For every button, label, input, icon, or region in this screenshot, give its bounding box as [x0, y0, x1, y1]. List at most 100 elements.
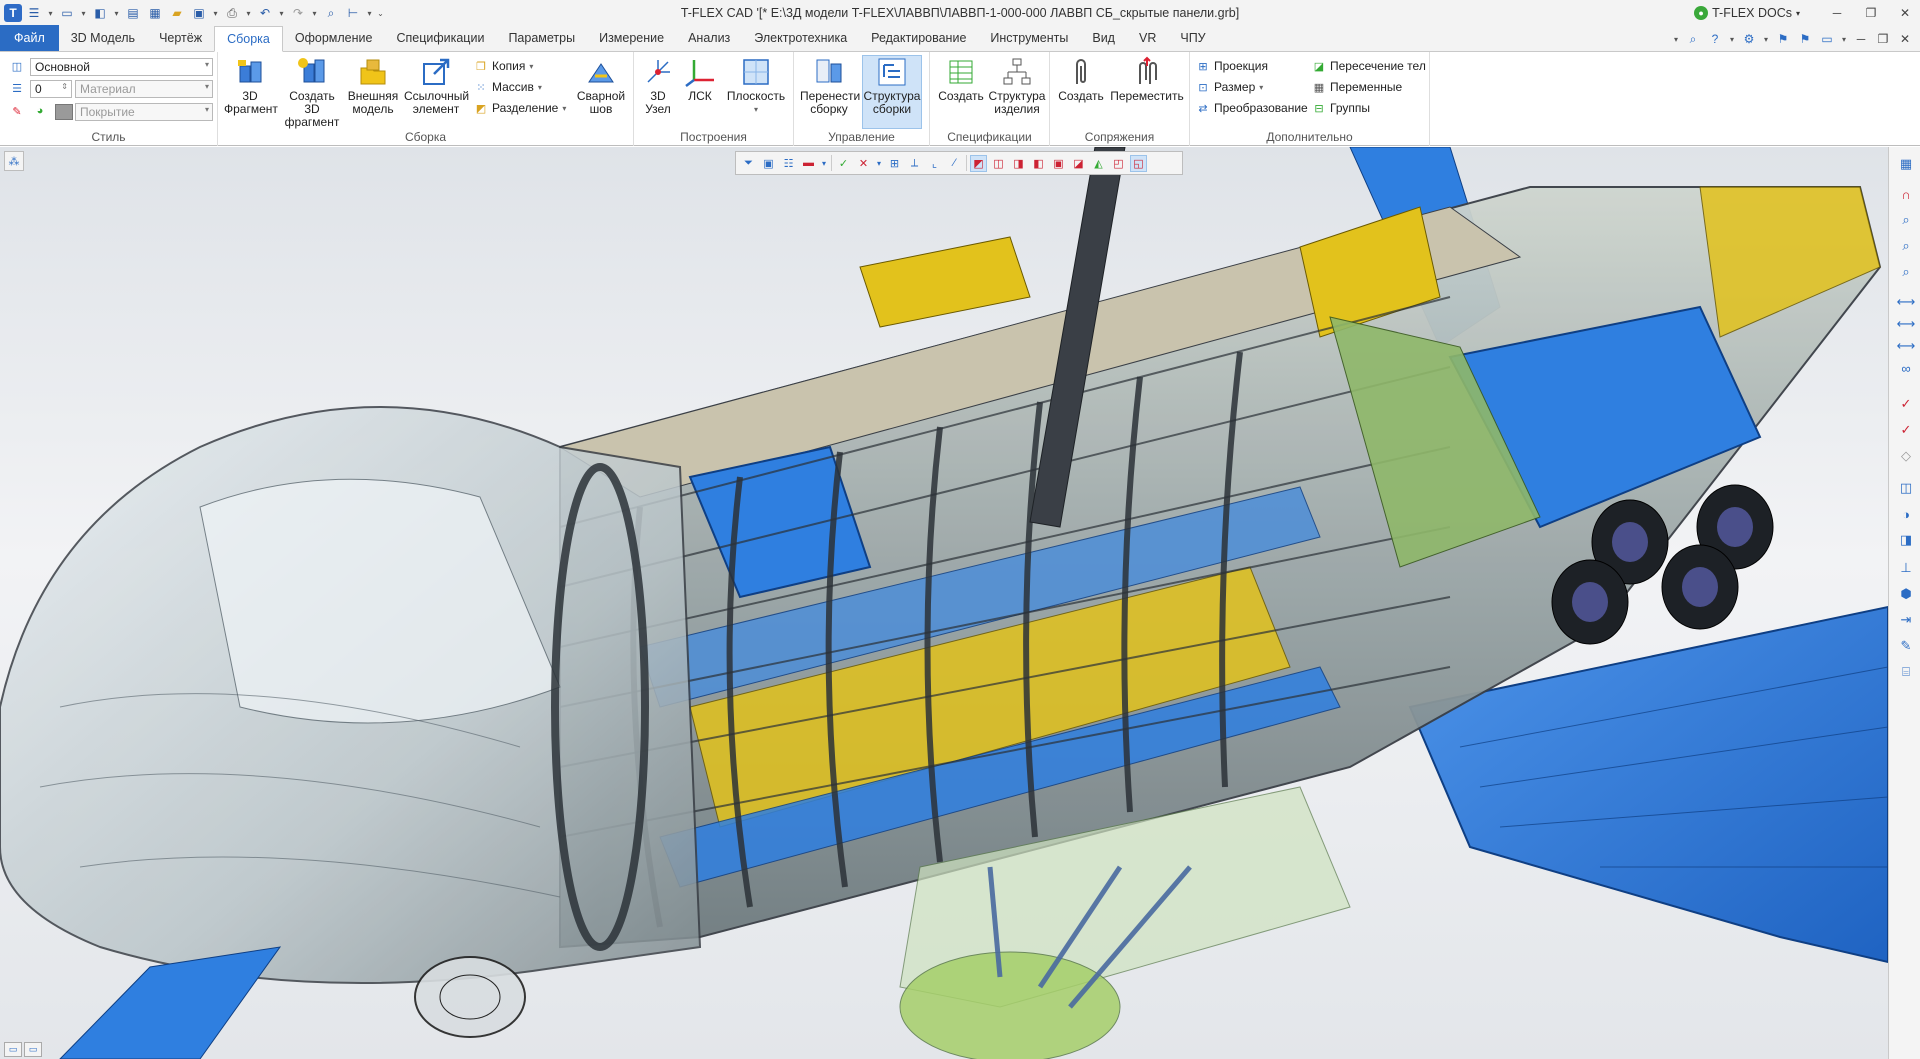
chevron-down-icon[interactable]: ▾ — [211, 3, 220, 23]
magnet-icon[interactable]: ∩ — [1895, 183, 1917, 205]
body-intersection-button[interactable]: ◪ Пересечение тел — [1312, 57, 1426, 75]
color-sphere-icon[interactable]: ◑ — [1895, 503, 1917, 525]
tab-view[interactable]: Вид — [1080, 25, 1127, 51]
material-select[interactable]: Материал ▾ — [75, 80, 213, 98]
new-document-icon[interactable]: ▭ — [57, 3, 77, 23]
gear-icon[interactable]: ⚙ — [1740, 30, 1758, 48]
save-icon[interactable]: ▣ — [189, 3, 209, 23]
variables-button[interactable]: ▦ Переменные — [1312, 78, 1402, 96]
copy-button[interactable]: ❐ Копия ▾ — [474, 57, 533, 75]
cube-back-icon[interactable]: ▣ — [1050, 155, 1067, 172]
tab-editing[interactable]: Редактирование — [859, 25, 978, 51]
tab-measure[interactable]: Измерение — [587, 25, 676, 51]
tab-tools[interactable]: Инструменты — [978, 25, 1080, 51]
active-section-icon[interactable]: ◱ — [1130, 154, 1147, 172]
chevron-down-icon[interactable]: ▾ — [1762, 30, 1770, 48]
tab-file[interactable]: Файл — [0, 25, 59, 51]
minimize-document-icon[interactable]: ─ — [1852, 30, 1870, 48]
chevron-down-icon[interactable]: ▾ — [112, 3, 121, 23]
split-button[interactable]: ◩ Разделение ▾ — [474, 99, 567, 117]
cube-top-icon[interactable]: ◨ — [1010, 155, 1027, 172]
axes-icon[interactable]: ⟂ — [906, 155, 923, 172]
panel-icon[interactable]: ▭ — [1818, 30, 1836, 48]
color-brush-icon[interactable]: ✎ — [10, 104, 24, 118]
move-assembly-button[interactable]: Перенести сборку — [800, 56, 860, 116]
tab-parameters[interactable]: Параметры — [496, 25, 587, 51]
zoom-fit-icon[interactable]: ⌕ — [1895, 261, 1917, 283]
transform-button[interactable]: ⇄ Преобразование — [1196, 99, 1307, 117]
menu-icon[interactable]: ☰ — [24, 3, 44, 23]
window-icon[interactable]: ▤ — [123, 3, 143, 23]
chevron-down-icon[interactable]: ▾ — [1840, 30, 1848, 48]
plane-button[interactable]: Плоскость ▾ — [724, 56, 788, 116]
selection-color-icon[interactable]: ▬ — [800, 155, 817, 172]
tools-icon[interactable]: ✎ — [1895, 635, 1917, 657]
open-folder-icon[interactable]: ▰ — [167, 3, 187, 23]
window-layout-icon[interactable]: ▦ — [1895, 153, 1917, 175]
product-structure-button[interactable]: Структура изделия — [988, 56, 1046, 116]
tab-assembly[interactable]: Сборка — [214, 26, 283, 52]
array-button[interactable]: ⁙ Массив ▾ — [474, 78, 542, 96]
coating-select[interactable]: Покрытие ▾ — [75, 103, 213, 121]
move-mate-button[interactable]: Переместить — [1108, 56, 1186, 103]
chevron-down-icon[interactable]: ▾ — [46, 3, 55, 23]
layer-select[interactable]: 0 ⇕ — [30, 80, 72, 98]
color-swatch[interactable] — [55, 104, 73, 120]
create-specification-button[interactable]: Создать — [936, 56, 986, 103]
chevron-down-icon[interactable]: ▾ — [79, 3, 88, 23]
create-fragment-button[interactable]: Создать 3D фрагмент — [282, 56, 342, 129]
size-button[interactable]: ⊡ Размер ▾ — [1196, 78, 1263, 96]
cube-front-icon[interactable]: ◫ — [990, 155, 1007, 172]
fragment-3d-button[interactable]: 3D Фрагмент — [224, 56, 278, 116]
filter-icon[interactable]: ⏷ — [740, 155, 757, 172]
search-icon[interactable]: ⌕ — [1684, 30, 1702, 48]
cylinder-icon[interactable]: ⌸ — [1895, 661, 1917, 683]
check-icon[interactable]: ✓ — [835, 155, 852, 172]
node-3d-button[interactable]: 3D Узел — [640, 56, 676, 116]
docs-menu[interactable]: ● T-FLEX DOCs ▾ — [1694, 6, 1800, 20]
undo-icon[interactable]: ↶ — [255, 3, 275, 23]
redo-icon[interactable]: ↷ — [288, 3, 308, 23]
window-tile-icon[interactable]: ▭ — [4, 1042, 22, 1057]
external-model-button[interactable]: Внешняя модель — [346, 56, 400, 116]
restore-button[interactable]: ❐ — [1856, 1, 1886, 25]
glasses-icon[interactable]: ∞ — [1895, 357, 1917, 379]
tab-analysis[interactable]: Анализ — [676, 25, 742, 51]
checklist-multi-icon[interactable]: ✓ — [1895, 419, 1917, 441]
shapes-icon[interactable]: ◭ — [1090, 155, 1107, 172]
cube-bottom-icon[interactable]: ◪ — [1070, 155, 1087, 172]
chevron-down-icon[interactable]: ▾ — [1672, 30, 1680, 48]
chevron-down-icon[interactable]: ▾ — [244, 3, 253, 23]
zoom-window-icon[interactable]: ⌕ — [1895, 235, 1917, 257]
section-icon[interactable]: ◰ — [1110, 155, 1127, 172]
tab-drawing[interactable]: Чертёж — [147, 25, 214, 51]
minimize-button[interactable]: ─ — [1822, 1, 1852, 25]
select-all-icon[interactable]: ☷ — [780, 155, 797, 172]
assembly-tool-icon[interactable]: ⊢ — [343, 3, 363, 23]
measure-angle-icon[interactable]: ⟷ — [1895, 313, 1917, 335]
palette-icon[interactable]: ◕ — [33, 104, 47, 118]
grid-icon[interactable]: ⊞ — [886, 155, 903, 172]
edge-icon[interactable]: ⁄ — [946, 155, 963, 172]
corner-icon[interactable]: ⌞ — [926, 155, 943, 172]
cube-face-icon[interactable]: ◩ — [970, 154, 987, 172]
selection-filter-icon[interactable]: ▣ — [760, 155, 777, 172]
3d-viewport[interactable]: ⏷ ▣ ☷ ▬ ▾ ✓ ✕ ▾ ⊞ ⟂ ⌞ ⁄ ◩ ◫ ◨ ◧ ▣ ◪ ◭ ◰ … — [0, 147, 1888, 1059]
export-icon[interactable]: ⇥ — [1895, 609, 1917, 631]
drawing-icon[interactable]: ▦ — [145, 3, 165, 23]
zoom-document-icon[interactable]: ⌕ — [321, 3, 341, 23]
flag-icon[interactable]: ⚑ — [1774, 30, 1792, 48]
measure-distance-icon[interactable]: ⟷ — [1895, 335, 1917, 357]
tree-icon[interactable]: ⁂ — [4, 151, 24, 171]
help-icon[interactable]: ? — [1706, 30, 1724, 48]
tab-electrical[interactable]: Электротехника — [742, 25, 859, 51]
cancel-icon[interactable]: ✕ — [855, 155, 872, 172]
lcs-button[interactable]: ЛСК — [682, 56, 718, 103]
assembly-structure-button[interactable]: Структура сборки — [862, 55, 922, 129]
print-icon[interactable]: ⎙ — [222, 3, 242, 23]
new-3d-icon[interactable]: ◧ — [90, 3, 110, 23]
chevron-down-icon[interactable]: ▾ — [365, 3, 374, 23]
tab-vr[interactable]: VR — [1127, 25, 1168, 51]
restore-document-icon[interactable]: ❐ — [1874, 30, 1892, 48]
tab-3d-model[interactable]: 3D Модель — [59, 25, 147, 51]
